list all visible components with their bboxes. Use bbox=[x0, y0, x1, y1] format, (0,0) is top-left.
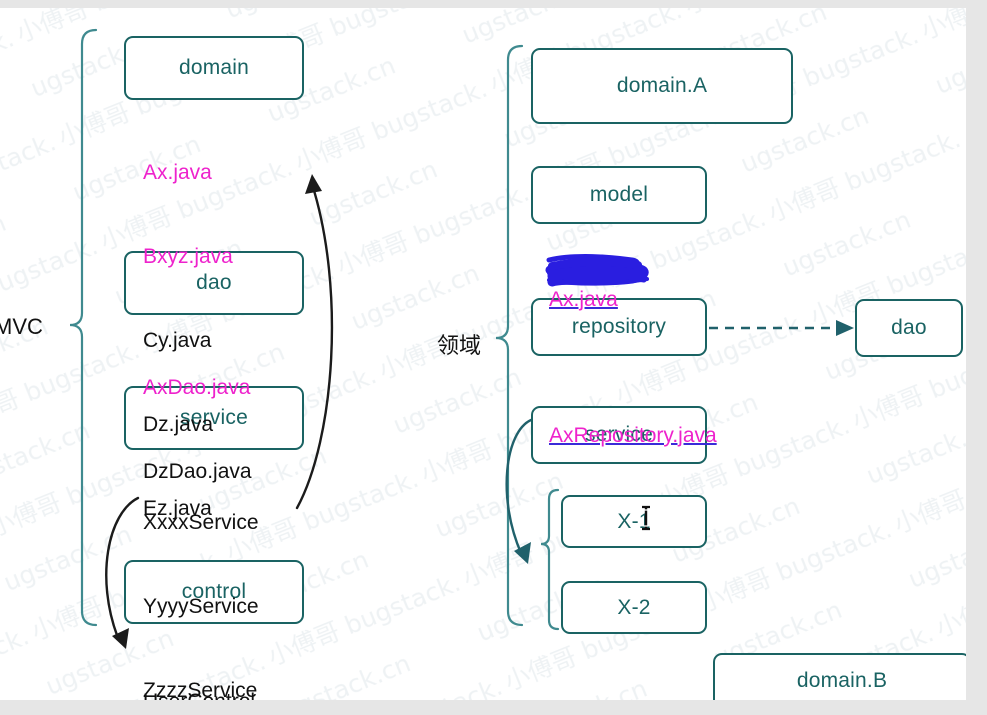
mvc-group-label: MVC bbox=[0, 314, 43, 339]
file-item: UserControl bbox=[143, 688, 255, 700]
arrow-repository-to-dao bbox=[709, 320, 854, 336]
brace-x-group bbox=[540, 488, 560, 631]
node-dao-right[interactable]: dao bbox=[855, 299, 963, 357]
node-domain[interactable]: domain bbox=[124, 36, 304, 100]
node-label: domain bbox=[178, 56, 250, 79]
file-list-model: Ax.java bbox=[549, 230, 618, 370]
arrow-service-to-x bbox=[505, 418, 533, 564]
node-model[interactable]: model bbox=[531, 166, 707, 224]
node-label: domain.B bbox=[796, 669, 888, 692]
screenshot-root: 小傅哥 bugstack.cn 小傅哥 bugstack.cn bbox=[0, 0, 987, 715]
node-label: domain.A bbox=[616, 74, 708, 97]
node-domain-b[interactable]: domain.B bbox=[713, 653, 966, 700]
arrow-service-to-domain bbox=[295, 174, 334, 510]
domain-group-label: 领域 bbox=[437, 334, 482, 359]
file-item: Ax.java bbox=[549, 288, 618, 311]
node-label: X-1 bbox=[617, 509, 651, 533]
file-item: Ax.java bbox=[143, 161, 212, 184]
diagram-canvas: 小傅哥 bugstack.cn 小傅哥 bugstack.cn bbox=[0, 8, 966, 700]
node-label: dao bbox=[891, 316, 927, 339]
file-list-control: UserControl bbox=[143, 632, 255, 700]
node-label: model bbox=[589, 183, 649, 206]
brace-mvc bbox=[69, 28, 98, 627]
file-list-repository: AxRepository.java bbox=[549, 366, 717, 506]
file-item: AxDao.java bbox=[143, 376, 251, 399]
file-item: AxRepository.java bbox=[549, 424, 717, 447]
node-label: X-2 bbox=[617, 595, 651, 619]
file-item: YyyyService bbox=[143, 595, 259, 618]
node-x-2[interactable]: X-2 bbox=[561, 581, 707, 634]
file-item: XxxxService bbox=[143, 511, 259, 534]
node-domain-a[interactable]: domain.A bbox=[531, 48, 793, 124]
file-item: Bxyz.java bbox=[143, 245, 233, 268]
brace-domain bbox=[495, 44, 524, 627]
